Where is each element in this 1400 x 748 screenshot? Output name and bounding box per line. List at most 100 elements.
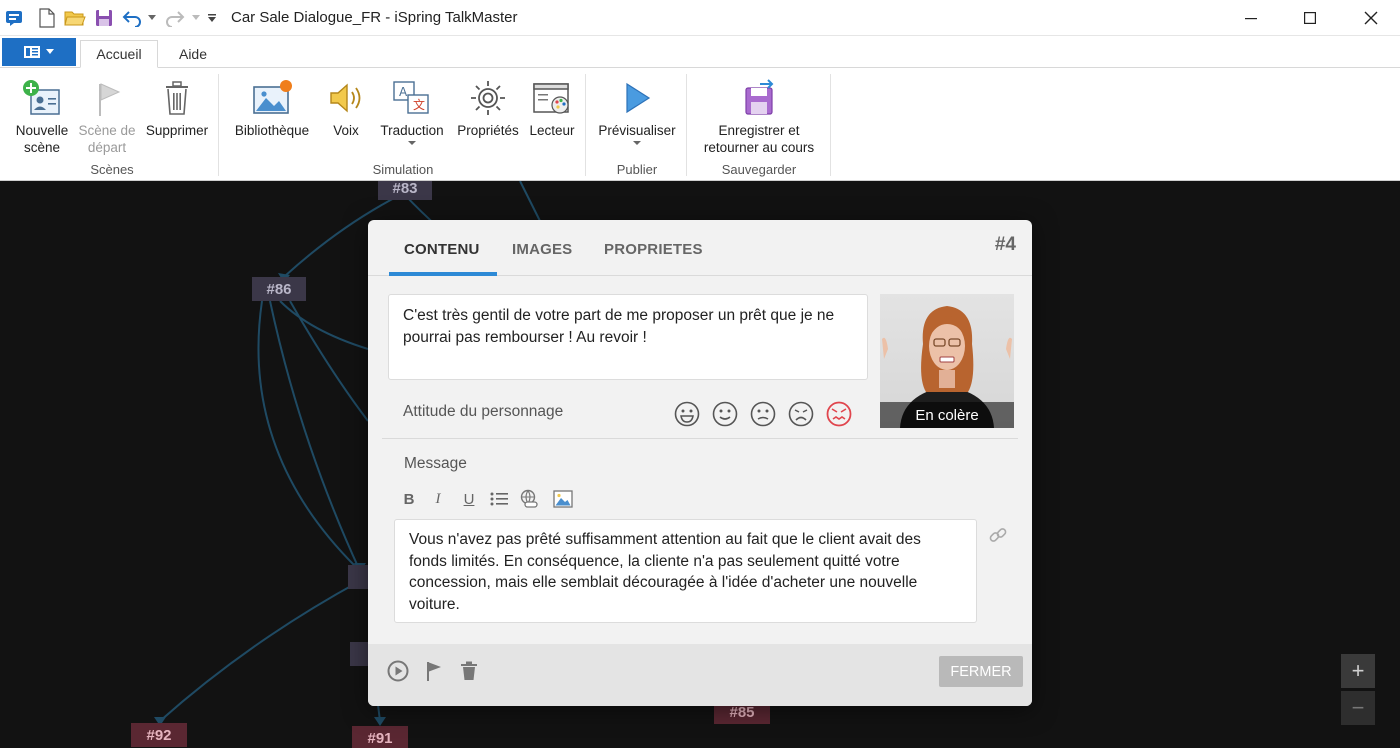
insert-link-button[interactable] (518, 488, 540, 510)
tab-accueil[interactable]: Accueil (80, 40, 158, 68)
underline-button[interactable]: U (458, 488, 480, 510)
new-scene-button[interactable]: Nouvelle scène (10, 74, 74, 156)
file-menu-button[interactable] (2, 38, 76, 66)
zoom-out-button[interactable]: − (1341, 691, 1375, 725)
undo-dropdown-icon[interactable] (146, 6, 158, 30)
close-dialog-button[interactable]: FERMER (939, 656, 1023, 687)
new-scene-label: Nouvelle scène (15, 123, 69, 155)
dialog-tabs: CONTENU IMAGES PROPRIETES #4 (368, 220, 1032, 276)
chevron-down-icon (46, 49, 54, 54)
scene-node[interactable]: #83 (378, 181, 432, 200)
dialog-footer: FERMER (368, 644, 1032, 706)
attitude-label: Attitude du personnage (403, 403, 564, 420)
image-library-icon (253, 80, 292, 114)
group-label-publish: Publier (616, 162, 658, 177)
group-separator (585, 74, 586, 176)
scene-node[interactable] (348, 565, 370, 589)
bullet-list-icon (490, 492, 508, 506)
ribbon: Nouvelle scène Scène de départ Supprimer… (0, 68, 1400, 181)
translation-button[interactable]: A 文 Traduction (374, 74, 450, 145)
new-scene-icon (23, 80, 60, 115)
scene-node[interactable] (350, 642, 370, 666)
group-label-simulation: Simulation (372, 162, 434, 177)
start-scene-label: Scène de départ (78, 123, 136, 155)
undo-icon[interactable] (120, 6, 144, 30)
close-window-button[interactable] (1348, 0, 1394, 36)
delete-scene-icon[interactable] (458, 660, 480, 682)
trash-icon (166, 81, 188, 115)
play-icon (626, 82, 651, 114)
group-separator (218, 74, 219, 176)
chevron-down-icon (633, 141, 641, 145)
start-scene-button[interactable]: Scène de départ (75, 74, 139, 156)
delete-scene-button[interactable]: Supprimer (140, 74, 214, 139)
tab-aide[interactable]: Aide (164, 40, 222, 68)
chevron-down-icon (408, 141, 416, 145)
insert-image-button[interactable] (552, 488, 574, 510)
title-bar: Car Sale Dialogue_FR - iSpring TalkMaste… (0, 0, 1400, 36)
voice-button[interactable]: Voix (320, 74, 372, 139)
maximize-button[interactable] (1287, 0, 1333, 36)
translation-label: Traduction (380, 123, 444, 138)
properties-label: Propriétés (457, 123, 519, 138)
player-button[interactable]: Lecteur (526, 74, 578, 139)
translate-icon: A 文 (393, 81, 429, 114)
library-button[interactable]: Bibliothèque (226, 74, 318, 139)
save-return-icon (745, 79, 774, 115)
section-divider (382, 438, 1018, 439)
scene-node[interactable]: #86 (252, 277, 306, 301)
player-palette-icon (533, 83, 569, 114)
group-label-save: Sauvegarder (721, 162, 797, 177)
redo-dropdown-icon[interactable] (190, 6, 202, 30)
new-file-icon[interactable] (36, 6, 58, 30)
bold-button[interactable]: B (398, 488, 420, 510)
library-label: Bibliothèque (234, 123, 310, 138)
group-separator (830, 74, 831, 176)
tab-contenu[interactable]: CONTENU (404, 241, 480, 258)
character-portrait[interactable]: En colère (880, 294, 1014, 428)
zoom-in-button[interactable]: + (1341, 654, 1375, 688)
save-return-button[interactable]: Enregistrer et retourner au cours (692, 74, 826, 156)
speaker-icon (330, 83, 361, 113)
preview-button[interactable]: Prévisualiser (592, 74, 682, 145)
emotion-sad-icon[interactable] (787, 400, 815, 428)
group-separator (686, 74, 687, 176)
group-label-scenes: Scènes (90, 162, 134, 177)
window-title: Car Sale Dialogue_FR - iSpring TalkMaste… (231, 9, 518, 26)
emotion-happy-icon[interactable] (711, 400, 739, 428)
image-icon (553, 490, 573, 508)
tab-images[interactable]: IMAGES (512, 241, 572, 258)
properties-button[interactable]: Propriétés (452, 74, 524, 139)
svg-text:文: 文 (413, 97, 425, 112)
emotion-very-happy-icon[interactable] (673, 400, 701, 428)
globe-link-icon (520, 489, 538, 508)
app-icon (4, 6, 24, 30)
delete-label: Supprimer (145, 123, 209, 138)
scene-node[interactable]: #91 (352, 726, 408, 748)
emotion-angry-icon[interactable] (825, 400, 853, 428)
svg-text:A: A (399, 85, 408, 99)
menu-icon (24, 46, 40, 58)
open-folder-icon[interactable] (63, 6, 87, 30)
scene-node[interactable]: #92 (131, 723, 187, 747)
redo-icon[interactable] (163, 6, 187, 30)
minimize-button[interactable] (1228, 0, 1274, 36)
start-scene-flag-icon[interactable] (423, 660, 445, 682)
italic-button[interactable]: I (427, 488, 449, 510)
emotion-neutral-icon[interactable] (749, 400, 777, 428)
character-speech-input[interactable]: C'est très gentil de votre part de me pr… (388, 294, 868, 380)
scene-editor-dialog: CONTENU IMAGES PROPRIETES #4 C'est très … (368, 220, 1032, 706)
tab-proprietes[interactable]: PROPRIETES (604, 241, 703, 258)
save-icon[interactable] (93, 6, 115, 30)
bullet-list-button[interactable] (488, 488, 510, 510)
scene-number: #4 (994, 234, 1016, 255)
chain-link-icon[interactable] (988, 525, 1008, 545)
ribbon-tab-row: Accueil Aide (0, 36, 1400, 68)
preview-label: Prévisualiser (598, 123, 676, 138)
voice-label: Voix (333, 123, 359, 138)
message-label: Message (404, 455, 467, 472)
customize-toolbar-icon[interactable] (205, 6, 219, 30)
active-tab-indicator (389, 272, 497, 276)
message-input[interactable]: Vous n'avez pas prêté suffisamment atten… (394, 519, 977, 623)
play-scene-icon[interactable] (387, 660, 409, 682)
